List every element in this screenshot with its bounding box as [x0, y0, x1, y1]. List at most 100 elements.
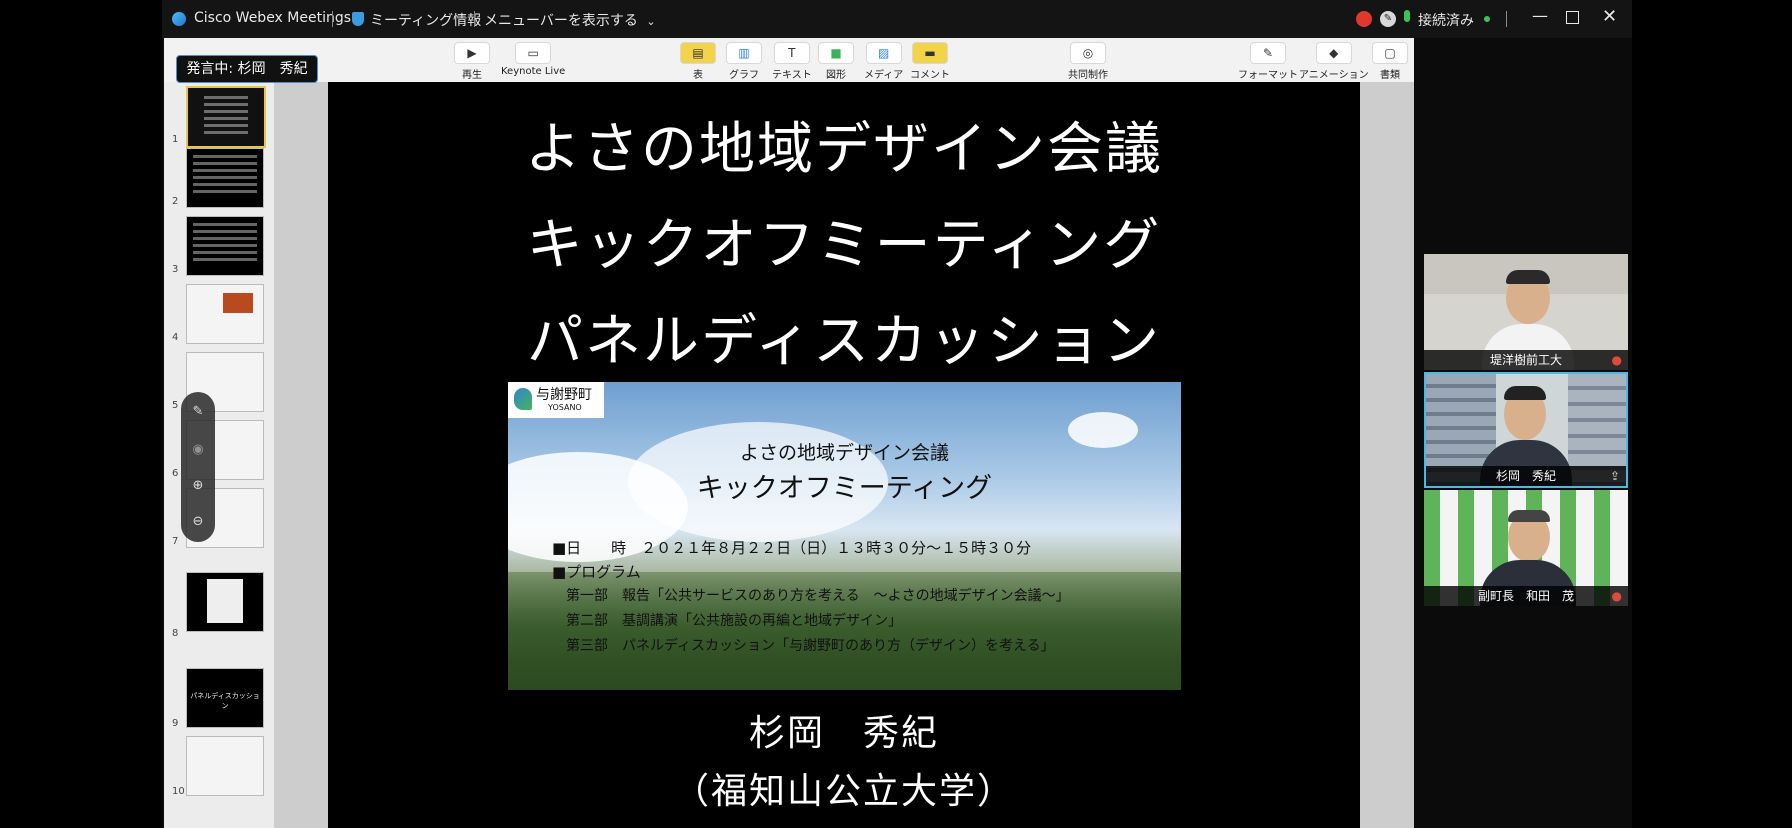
photo-heading-1: よさの地域デザイン会議: [739, 442, 949, 464]
format-button[interactable]: ✎ フォーマット: [1238, 42, 1298, 81]
participant-hair: [1508, 510, 1550, 522]
chart-icon: ▥: [726, 42, 762, 64]
keynote-live-label: Keynote Live: [501, 66, 566, 77]
comment-label: コメント: [910, 70, 950, 81]
text-icon: T: [773, 42, 810, 64]
animate-label: アニメーション: [1299, 70, 1369, 81]
slide-number: 1: [172, 134, 179, 145]
zoom-in-icon[interactable]: ⊕: [181, 478, 215, 493]
maximize-icon[interactable]: [1566, 11, 1579, 24]
media-button[interactable]: ▨ メディア: [864, 42, 903, 81]
edit-icon[interactable]: ✎: [1380, 11, 1396, 27]
document-label: 書類: [1380, 70, 1400, 81]
slide-thumbnail-8[interactable]: [186, 572, 264, 632]
collaborate-label: 共同制作: [1068, 70, 1108, 81]
town-emblem-icon: [514, 388, 532, 410]
thumbnail-title: パネルディスカッション: [190, 692, 260, 710]
thumbnail-image: [207, 579, 243, 623]
meeting-info-button[interactable]: ミーティング情報: [370, 10, 481, 30]
connection-status: 接続済み: [1418, 13, 1474, 29]
connected-dot-icon: [1484, 16, 1490, 22]
participant-video-2[interactable]: 杉岡 秀紀 ⇪: [1424, 372, 1628, 488]
divider: [1506, 11, 1507, 27]
media-label: メディア: [864, 70, 904, 81]
play-label: 再生: [462, 70, 482, 81]
chart-button[interactable]: ▥ グラフ: [726, 42, 762, 81]
event-date: ■日 時 ２０２１年８月２２日（日）１３時３０分～１５時３０分: [552, 539, 1032, 557]
document-button[interactable]: ▢ 書類: [1372, 42, 1408, 81]
slide-number: 5: [172, 400, 179, 411]
record-icon[interactable]: [1356, 11, 1372, 27]
shape-button[interactable]: ■ 図形: [818, 42, 854, 81]
minimize-icon[interactable]: —: [1532, 6, 1548, 25]
media-icon: ▨: [865, 42, 902, 64]
slide-title-line-1: よさの地域デザイン会議: [525, 117, 1163, 182]
divider: [474, 11, 475, 27]
slide-thumbnail-3[interactable]: [186, 216, 264, 276]
mic-icon: [1404, 10, 1410, 22]
app-name: Cisco Webex Meetings: [194, 10, 352, 26]
slide-thumbnail-2[interactable]: [186, 148, 264, 208]
slide-title-line-3: パネルディスカッション: [526, 309, 1162, 374]
photo-heading-2: キックオフミーティング: [696, 473, 993, 504]
table-icon: ▤: [680, 42, 716, 64]
participant-hair: [1504, 386, 1546, 400]
animate-icon: ◆: [1315, 42, 1352, 64]
participant-video-3[interactable]: 副町長 和田 茂 ●: [1424, 490, 1628, 606]
shield-icon[interactable]: [352, 12, 364, 26]
show-menubar-button[interactable]: メニューバーを表示する ⌄: [484, 10, 656, 30]
slide-thumbnail-9[interactable]: パネルディスカッション: [186, 668, 264, 728]
mic-muted-icon: ●: [1611, 353, 1622, 367]
mic-muted-icon: ●: [1611, 589, 1622, 603]
thumbnail-image: [223, 293, 253, 313]
participant-name: 堤洋樹前工大: [1424, 350, 1628, 370]
format-icon: ✎: [1250, 42, 1286, 64]
collaborate-icon: ◎: [1070, 42, 1106, 64]
program-part-2: 第二部 基調講演「公共施設の再編と地域デザイン」: [566, 613, 902, 629]
close-icon[interactable]: ✕: [1602, 6, 1617, 27]
play-button[interactable]: ▶ 再生: [454, 42, 490, 81]
participant-name: 杉岡 秀紀: [1426, 466, 1626, 486]
slide-thumbnail-10[interactable]: [186, 736, 264, 796]
annotation-toolbar: ✎ ◉ ⊕ ⊖: [181, 392, 215, 542]
participant-hair: [1506, 270, 1550, 284]
animate-button[interactable]: ◆ アニメーション: [1299, 42, 1369, 81]
pointer-icon[interactable]: ◉: [181, 442, 215, 457]
slide-number: 10: [172, 786, 185, 797]
webex-logo-icon: [172, 12, 186, 26]
play-icon: ▶: [454, 42, 490, 64]
slide-title-line-2: キックオフミーティング: [526, 213, 1162, 278]
format-label: フォーマット: [1238, 70, 1298, 81]
collaborate-button[interactable]: ◎ 共同制作: [1068, 42, 1108, 81]
keynote-live-icon: ▭: [515, 42, 552, 64]
thumbnail-content: [193, 223, 257, 226]
shape-icon: ■: [818, 42, 854, 64]
zoom-out-icon[interactable]: ⊖: [181, 514, 215, 529]
table-label: 表: [693, 70, 703, 81]
thumbnail-content: [193, 155, 257, 158]
divider: [332, 11, 333, 27]
participant-video-1[interactable]: 堤洋樹前工大 ●: [1424, 254, 1628, 370]
pen-icon[interactable]: ✎: [181, 404, 215, 419]
slide-thumbnail-1[interactable]: [186, 86, 266, 148]
title-bar: Cisco Webex Meetings ミーティング情報 メニューバーを表示す…: [162, 0, 1632, 38]
slide-number: 6: [172, 468, 179, 479]
slide-number: 4: [172, 332, 179, 343]
active-speaker-tag: 発言中: 杉岡 秀紀: [176, 55, 318, 83]
slide-number: 8: [172, 628, 179, 639]
slide-number: 2: [172, 196, 179, 207]
thumbnail-content: [204, 96, 248, 99]
slide-number: 9: [172, 718, 179, 729]
slide-number: 3: [172, 264, 179, 275]
town-logo-text: 与謝野町: [536, 387, 592, 403]
chevron-down-icon: ⌄: [646, 15, 656, 28]
program-part-1: 第一部 報告「公共サービスのあり方を考える ～よさの地域デザイン会議～」: [566, 588, 1070, 604]
slide-number: 7: [172, 536, 179, 547]
comment-button[interactable]: ▬ コメント: [910, 42, 950, 81]
table-button[interactable]: ▤ 表: [680, 42, 716, 81]
slide-thumbnail-4[interactable]: [186, 284, 264, 344]
comment-icon: ▬: [912, 42, 948, 64]
text-label: テキスト: [772, 70, 812, 81]
keynote-live-button[interactable]: ▭ Keynote Live: [501, 42, 565, 77]
text-button[interactable]: T テキスト: [772, 42, 812, 81]
